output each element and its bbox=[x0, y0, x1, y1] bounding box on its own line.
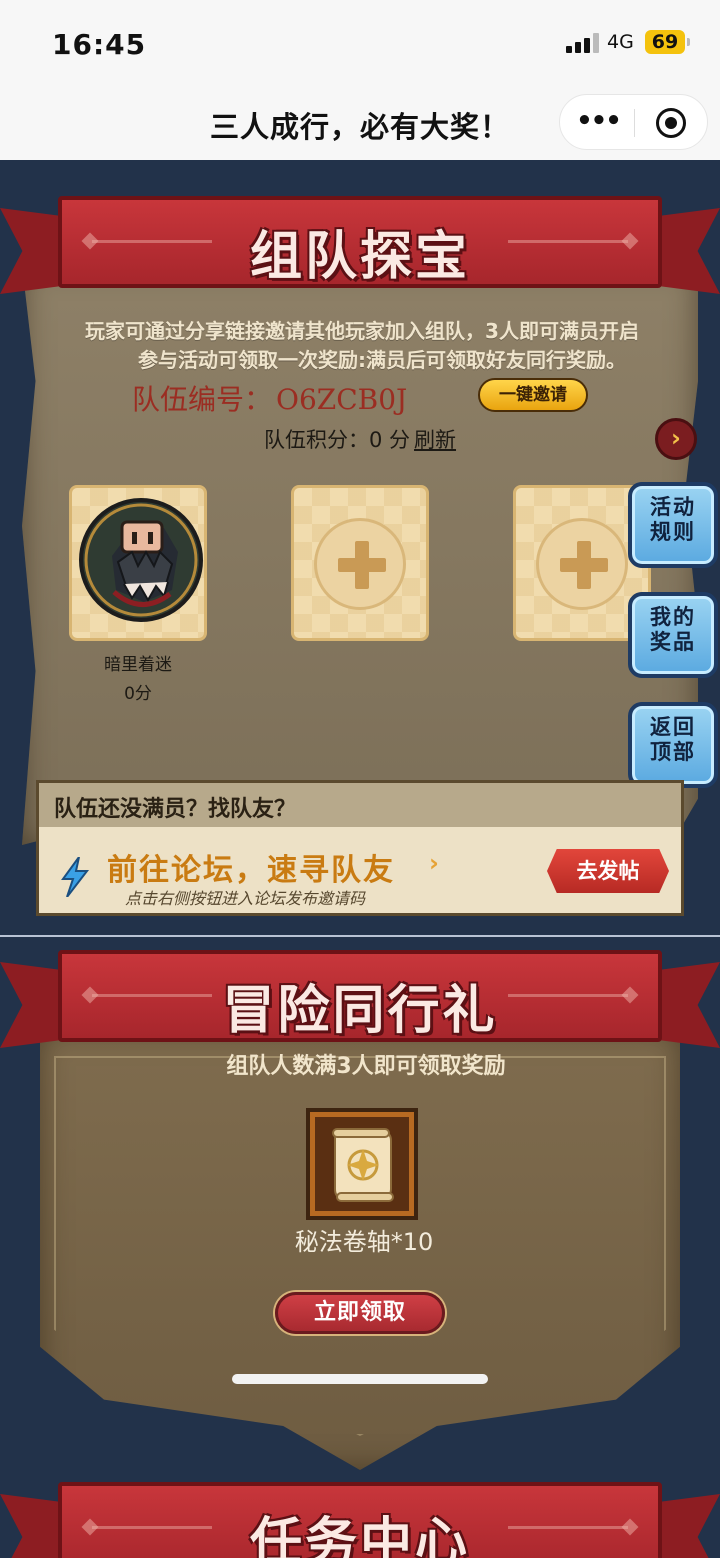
team-banner-title: 组队探宝 bbox=[249, 227, 470, 287]
reward-item[interactable] bbox=[306, 1108, 418, 1220]
team-intro: 玩家可通过分享链接邀请其他玩家加入组队，3人即可满员开启 参与活动可领取一次奖励… bbox=[58, 317, 666, 375]
lightning-icon bbox=[61, 857, 90, 897]
forum-card-title: 前往论坛，速寻队友 bbox=[107, 853, 395, 888]
reward-item-frame bbox=[315, 1117, 409, 1211]
member-score: 0分 bbox=[124, 684, 152, 704]
back-to-top-button[interactable]: 返回顶部 bbox=[628, 702, 718, 788]
activity-rules-button[interactable]: 活动规则 bbox=[628, 482, 718, 568]
plus-icon bbox=[536, 518, 628, 610]
scroll-icon bbox=[332, 1128, 394, 1202]
status-time: 16:45 bbox=[52, 28, 147, 61]
reward-item-name: 秘法卷轴*10 bbox=[294, 1228, 434, 1256]
member-slot[interactable] bbox=[69, 485, 207, 641]
forum-card-subtitle: 点击右侧按钮进入论坛发布邀请码 bbox=[125, 889, 366, 908]
claim-button[interactable]: 立即领取 bbox=[275, 1292, 445, 1334]
section-divider bbox=[0, 935, 720, 937]
team-id-value: O6ZCB0J bbox=[276, 383, 408, 416]
member-slot-empty[interactable] bbox=[291, 485, 429, 641]
team-score: 队伍积分：0 分刷新 bbox=[0, 424, 720, 454]
team-intro-line: 参与活动可领取一次奖励:满员后可领取好友同行奖励。 bbox=[138, 348, 626, 372]
forum-card: 队伍还没满员？找队友？ 前往论坛，速寻队友 › 点击右侧按钮进入论坛发布邀请码 … bbox=[36, 780, 684, 916]
task-banner: 任务中心 bbox=[58, 1482, 662, 1558]
team-banner: 组队探宝 bbox=[58, 196, 662, 288]
status-bar: 16:45 4G 69 bbox=[0, 0, 720, 88]
team-score-text: 队伍积分：0 分 bbox=[263, 428, 411, 452]
side-button-label: 我的奖品 bbox=[650, 605, 696, 654]
task-banner-title: 任务中心 bbox=[249, 1513, 470, 1558]
reward-banner: 冒险同行礼 bbox=[58, 950, 662, 1042]
team-intro-line: 玩家可通过分享链接邀请其他玩家加入组队，3人即可满员开启 bbox=[85, 319, 639, 343]
my-prizes-button[interactable]: 我的奖品 bbox=[628, 592, 718, 678]
post-button[interactable]: 去发帖 bbox=[547, 849, 669, 893]
member-name: 暗里着迷 bbox=[104, 655, 172, 675]
capsule-divider bbox=[634, 109, 635, 137]
side-button-label: 返回顶部 bbox=[650, 715, 696, 764]
refresh-link[interactable]: 刷新 bbox=[414, 428, 456, 452]
player-avatar bbox=[79, 498, 203, 622]
side-button-label: 活动规则 bbox=[650, 495, 696, 544]
team-id: 队伍编号： O6ZCB0J bbox=[132, 378, 407, 418]
reward-banner-title: 冒险同行礼 bbox=[222, 981, 498, 1041]
mini-program-capsule: ••• bbox=[559, 94, 708, 150]
mini-program-close-icon[interactable] bbox=[656, 108, 686, 138]
forum-card-header: 队伍还没满员？找队友？ bbox=[39, 783, 681, 827]
plus-icon bbox=[314, 518, 406, 610]
more-dots-icon[interactable]: ••• bbox=[574, 102, 622, 142]
chevron-right-icon[interactable]: › bbox=[655, 418, 697, 460]
signal-icon bbox=[566, 33, 600, 53]
nav-bar: 三人成行，必有大奖！ ••• bbox=[0, 88, 720, 160]
invite-button[interactable]: 一键邀请 bbox=[478, 378, 588, 412]
reward-subtitle: 组队人数满3人即可领取奖励 bbox=[226, 1054, 506, 1079]
forum-card-header-text: 队伍还没满员？找队友？ bbox=[54, 797, 297, 822]
double-chevron-icon: › bbox=[429, 849, 439, 877]
network-type: 4G bbox=[607, 31, 634, 53]
team-id-label: 队伍编号： bbox=[132, 383, 273, 416]
home-indicator[interactable] bbox=[232, 1374, 488, 1384]
activity-page: 组队探宝 玩家可通过分享链接邀请其他玩家加入组队，3人即可满员开启 参与活动可领… bbox=[0, 160, 720, 1558]
battery-icon: 69 bbox=[645, 30, 690, 54]
